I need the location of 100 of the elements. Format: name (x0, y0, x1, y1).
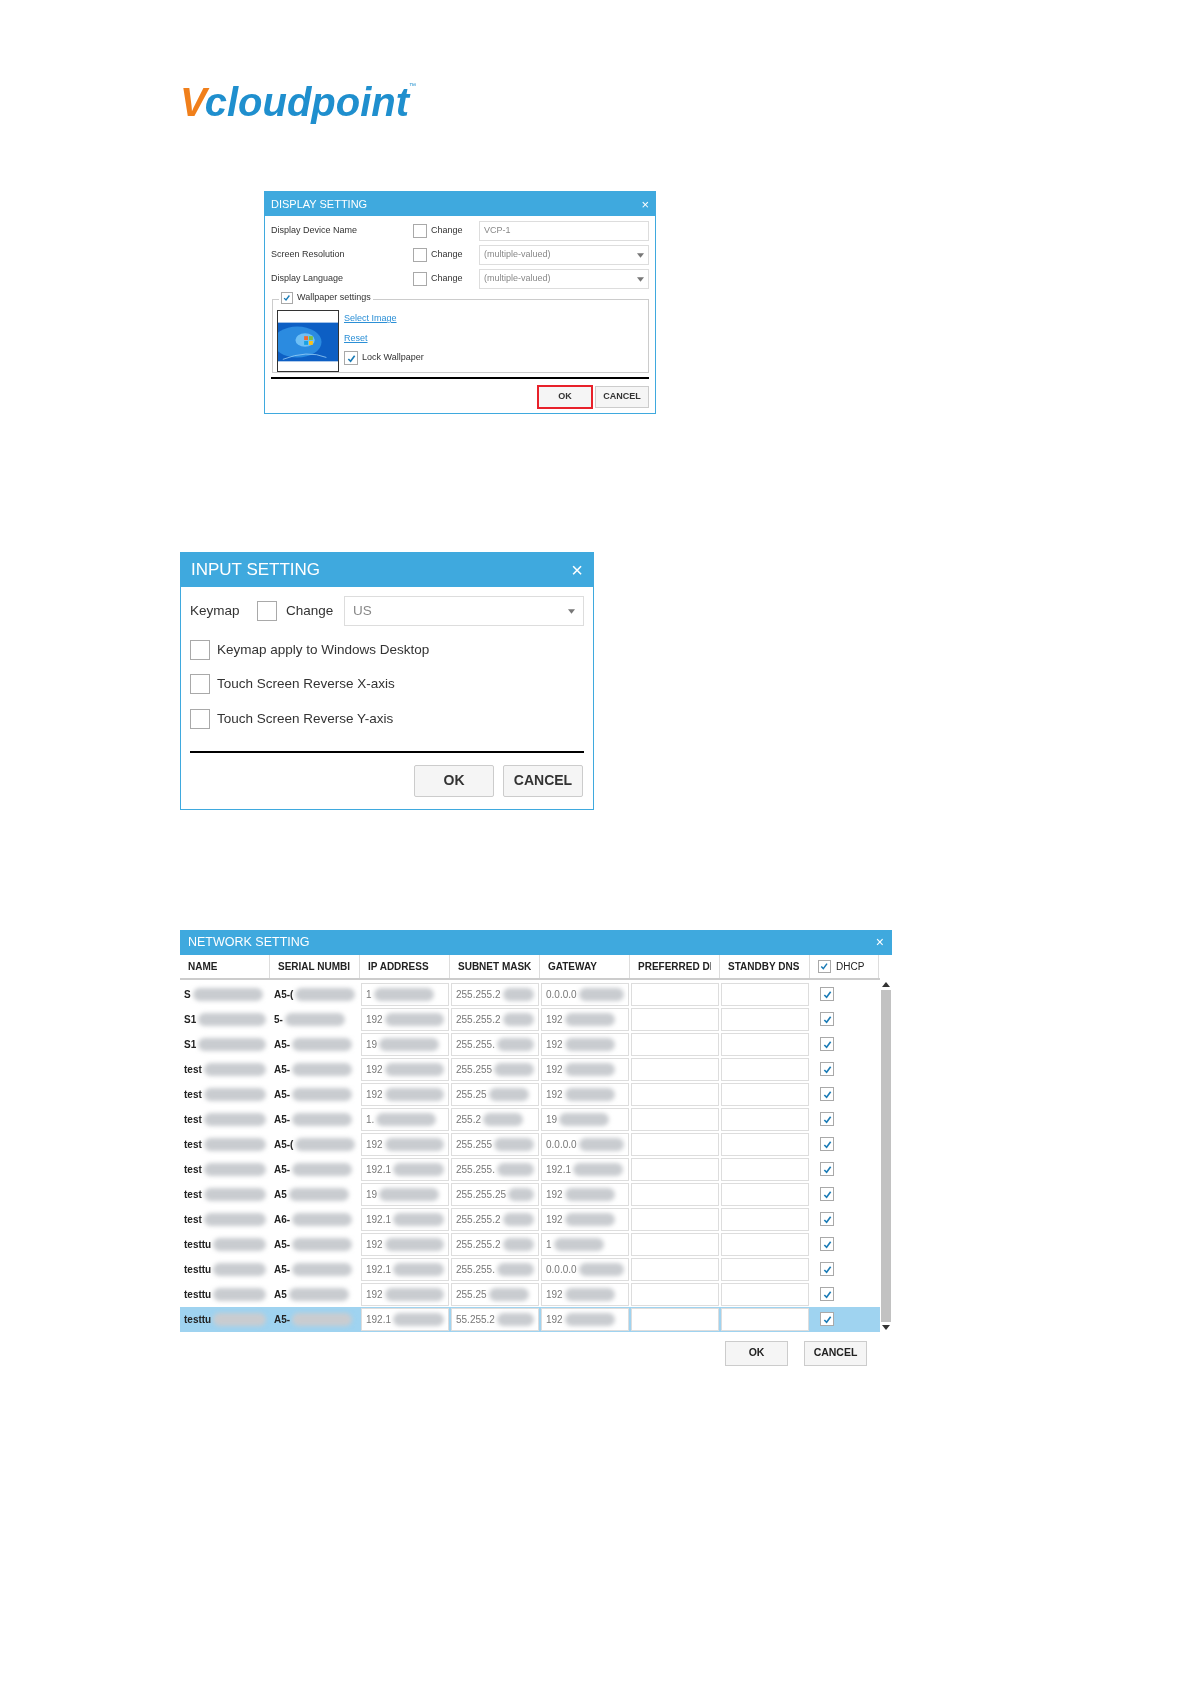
dhcp-checkbox[interactable] (820, 1162, 834, 1177)
table-input-field[interactable]: 255.255. (451, 1032, 539, 1056)
change-checkbox[interactable] (413, 272, 427, 286)
table-input-field[interactable] (631, 1307, 719, 1331)
table-input-field[interactable] (721, 1207, 809, 1231)
table-input-field[interactable] (721, 1182, 809, 1206)
table-input-field[interactable] (631, 1057, 719, 1081)
table-input-field[interactable]: 192 (541, 1032, 629, 1056)
dhcp-checkbox[interactable] (820, 1312, 834, 1327)
dhcp-checkbox[interactable] (820, 1137, 834, 1152)
table-input-field[interactable]: 55.255.2 (451, 1307, 539, 1331)
table-input-field[interactable]: 192 (541, 1282, 629, 1306)
table-input-field[interactable]: 192 (361, 1282, 449, 1306)
table-input-field[interactable] (721, 1307, 809, 1331)
table-input-field[interactable]: 192 (541, 1007, 629, 1031)
table-input-field[interactable] (721, 1032, 809, 1056)
dhcp-checkbox[interactable] (820, 1037, 834, 1052)
dhcp-checkbox[interactable] (820, 987, 834, 1002)
table-input-field[interactable]: 255.2 (451, 1107, 539, 1131)
dropdown-field[interactable]: (multiple-valued) (479, 269, 649, 289)
table-input-field[interactable]: 255.255 (451, 1132, 539, 1156)
input-field[interactable]: VCP-1 (479, 221, 649, 241)
select-image-link[interactable]: Select Image (344, 312, 424, 326)
change-checkbox[interactable] (257, 601, 277, 621)
table-input-field[interactable] (631, 1157, 719, 1181)
table-input-field[interactable]: 1 (541, 1232, 629, 1256)
table-input-field[interactable]: 192 (361, 1057, 449, 1081)
dhcp-checkbox[interactable] (820, 1062, 834, 1077)
table-input-field[interactable] (721, 1107, 809, 1131)
reset-link[interactable]: Reset (344, 331, 424, 345)
table-input-field[interactable]: 192.1 (361, 1257, 449, 1281)
table-input-field[interactable] (631, 1257, 719, 1281)
table-input-field[interactable] (721, 1007, 809, 1031)
table-input-field[interactable]: 255.255.25 (451, 1182, 539, 1206)
column-header[interactable]: PREFERRED DI (638, 958, 711, 974)
cancel-button[interactable]: CANCEL (595, 386, 649, 408)
table-input-field[interactable]: 1 (361, 982, 449, 1006)
table-input-field[interactable] (631, 1032, 719, 1056)
table-input-field[interactable]: 192 (361, 1082, 449, 1106)
close-button[interactable]: × (875, 935, 884, 950)
table-input-field[interactable]: 192 (541, 1082, 629, 1106)
table-input-field[interactable] (721, 982, 809, 1006)
column-header[interactable]: SUBNET MASK (458, 958, 531, 974)
scroll-down-icon[interactable] (882, 1324, 890, 1330)
table-input-field[interactable]: 192 (541, 1182, 629, 1206)
table-input-field[interactable]: 255.255. (451, 1257, 539, 1281)
table-input-field[interactable]: 192 (361, 1007, 449, 1031)
dhcp-checkbox[interactable] (820, 1237, 834, 1252)
table-input-field[interactable]: 192 (541, 1207, 629, 1231)
table-input-field[interactable]: 192.1 (361, 1307, 449, 1331)
column-header[interactable]: SERIAL NUMBI (278, 958, 351, 974)
table-input-field[interactable]: 0.0.0.0 (541, 1132, 629, 1156)
checkbox[interactable] (190, 640, 210, 661)
dhcp-checkbox[interactable] (820, 1287, 834, 1302)
table-input-field[interactable]: 255.25 (451, 1082, 539, 1106)
table-input-field[interactable] (631, 1182, 719, 1206)
table-input-field[interactable] (631, 1107, 719, 1131)
table-input-field[interactable] (721, 1157, 809, 1181)
table-input-field[interactable]: 19 (541, 1107, 629, 1131)
table-input-field[interactable]: 192.1 (361, 1207, 449, 1231)
dhcp-checkbox[interactable] (820, 1212, 834, 1227)
table-input-field[interactable] (631, 982, 719, 1006)
table-input-field[interactable]: 19 (361, 1032, 449, 1056)
table-input-field[interactable] (631, 1232, 719, 1256)
change-checkbox[interactable] (413, 248, 427, 262)
ok-button[interactable]: OK (725, 1340, 788, 1366)
table-input-field[interactable] (721, 1257, 809, 1281)
dhcp-checkbox[interactable] (820, 1262, 834, 1277)
table-input-field[interactable]: 255.255 (451, 1057, 539, 1081)
column-header[interactable]: STANDBY DNS (728, 958, 800, 974)
close-button[interactable]: × (641, 197, 649, 211)
table-input-field[interactable]: 0.0.0.0 (541, 982, 629, 1006)
column-header[interactable]: DHCP (836, 958, 865, 974)
header-checkbox[interactable] (818, 959, 831, 973)
lock-checkbox[interactable] (344, 351, 358, 365)
dropdown-field[interactable]: (multiple-valued) (479, 245, 649, 265)
ok-button[interactable]: OK (414, 764, 494, 797)
dhcp-checkbox[interactable] (820, 1012, 834, 1027)
table-input-field[interactable]: 255.255.2 (451, 1207, 539, 1231)
table-input-field[interactable]: 255.255.2 (451, 1232, 539, 1256)
checkbox[interactable] (190, 674, 210, 695)
table-input-field[interactable]: 0.0.0.0 (541, 1257, 629, 1281)
checkbox[interactable] (190, 708, 210, 729)
close-button[interactable]: × (571, 560, 583, 580)
table-input-field[interactable] (721, 1132, 809, 1156)
column-header[interactable]: GATEWAY (548, 958, 597, 974)
dhcp-checkbox[interactable] (820, 1087, 834, 1102)
table-input-field[interactable]: 255.25 (451, 1282, 539, 1306)
table-input-field[interactable] (631, 1132, 719, 1156)
table-input-field[interactable] (631, 1282, 719, 1306)
cancel-button[interactable]: CANCEL (503, 764, 583, 797)
cancel-button[interactable]: CANCEL (804, 1340, 867, 1366)
table-input-field[interactable]: 192 (541, 1307, 629, 1331)
table-input-field[interactable]: 255.255.2 (451, 1007, 539, 1031)
table-input-field[interactable] (631, 1007, 719, 1031)
ok-button[interactable]: OK (538, 386, 592, 408)
table-input-field[interactable]: 192.1 (541, 1157, 629, 1181)
table-input-field[interactable]: 192 (361, 1132, 449, 1156)
table-input-field[interactable] (721, 1282, 809, 1306)
dropdown-field[interactable]: US (344, 596, 584, 626)
